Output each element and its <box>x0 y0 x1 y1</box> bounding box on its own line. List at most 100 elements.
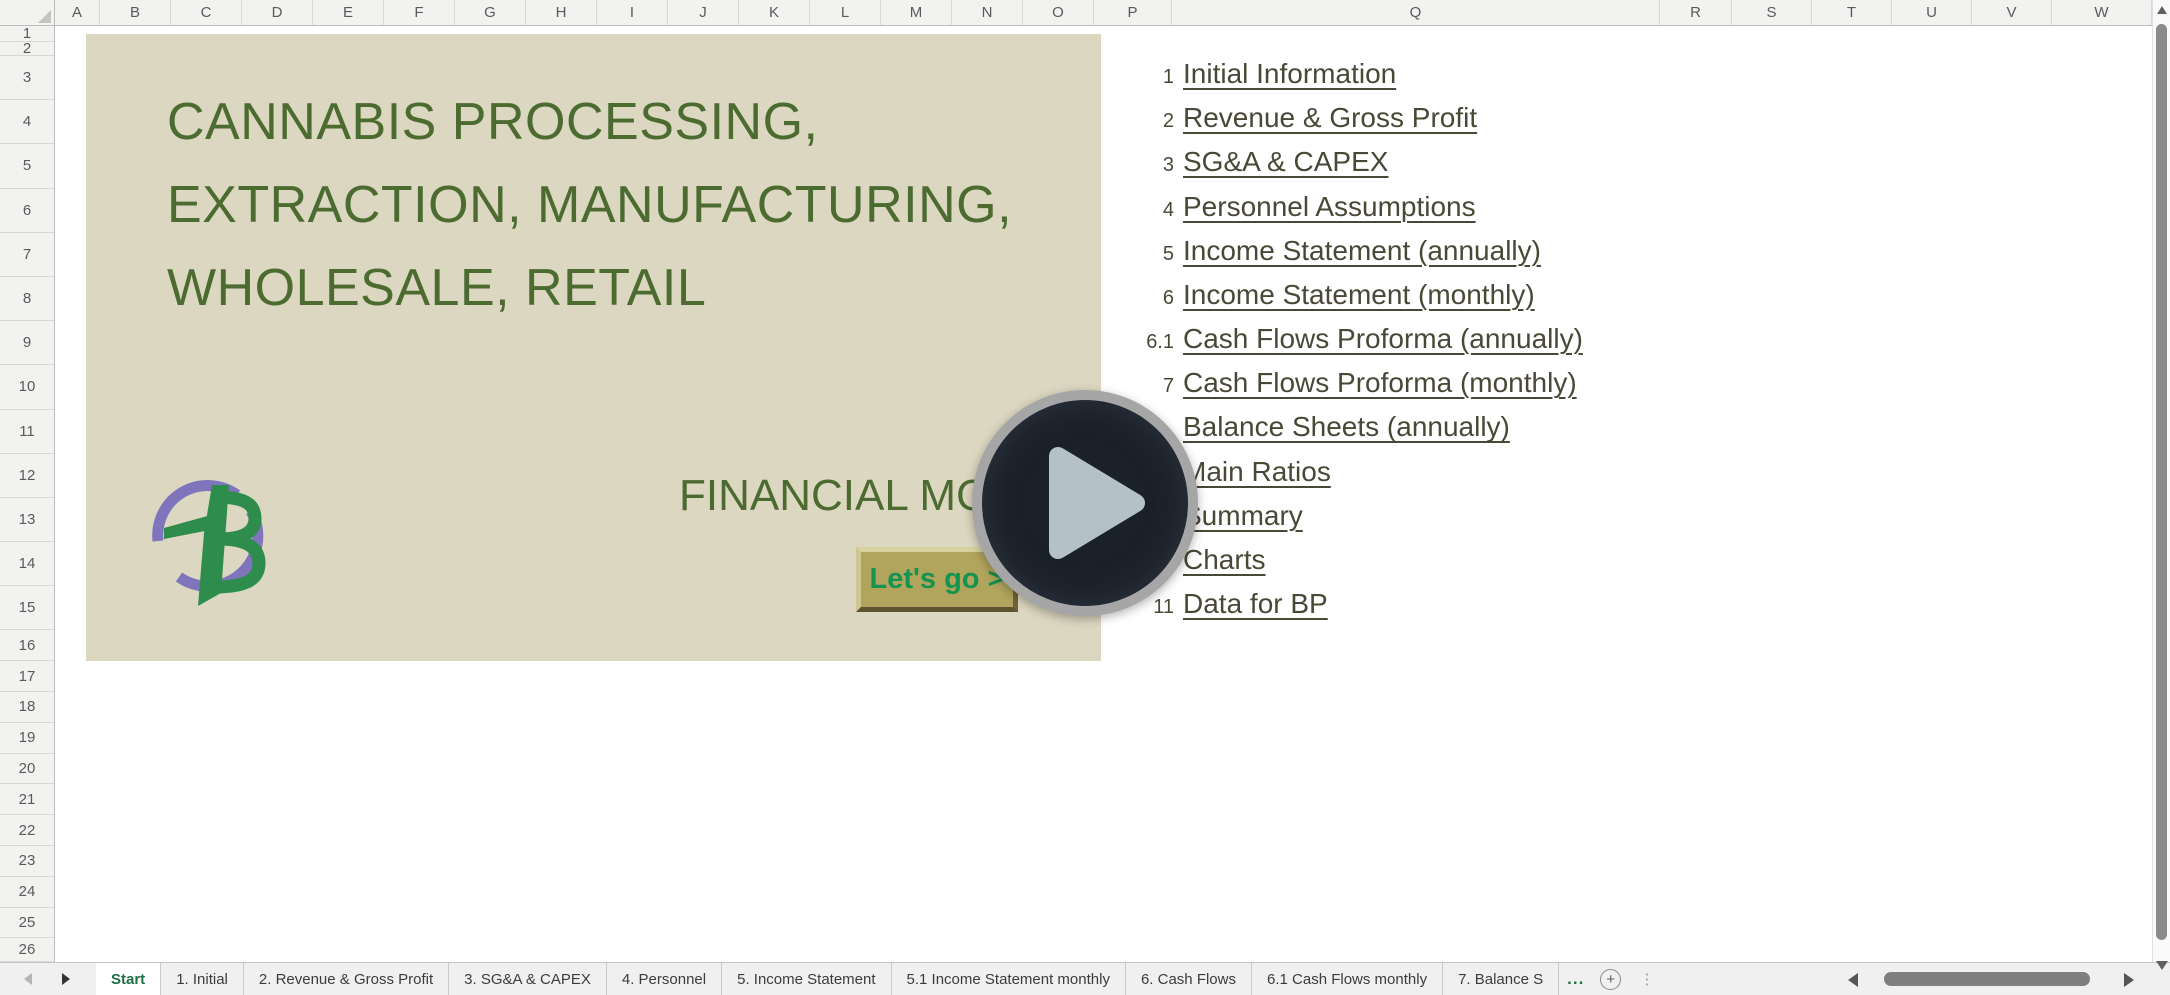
row-header-16[interactable]: 16 <box>0 630 54 661</box>
column-header-I[interactable]: I <box>597 0 668 25</box>
tab-overflow-indicator[interactable]: ... <box>1559 963 1592 995</box>
sheet-tab-2.-revenue-gross-profit[interactable]: 2. Revenue & Gross Profit <box>244 963 449 995</box>
row-header-11[interactable]: 11 <box>0 410 54 454</box>
row-header-5[interactable]: 5 <box>0 144 54 188</box>
sheet-link-row: 6Income Statement (monthly) <box>1096 273 1535 317</box>
sheet-tab-1.-initial[interactable]: 1. Initial <box>161 963 244 995</box>
row-header-7[interactable]: 7 <box>0 233 54 277</box>
tabbar-resize-grip[interactable]: ⋮ <box>1639 970 1654 988</box>
column-header-T[interactable]: T <box>1812 0 1892 25</box>
row-header-8[interactable]: 8 <box>0 277 54 321</box>
column-header-G[interactable]: G <box>455 0 526 25</box>
column-header-A[interactable]: A <box>55 0 100 25</box>
row-header-2[interactable]: 2 <box>0 42 54 56</box>
column-header-D[interactable]: D <box>242 0 313 25</box>
row-header-19[interactable]: 19 <box>0 723 54 754</box>
row-header-12[interactable]: 12 <box>0 454 54 498</box>
row-header-18[interactable]: 18 <box>0 692 54 723</box>
row-header-13[interactable]: 13 <box>0 498 54 542</box>
sheet-link-number: 5 <box>1096 232 1183 276</box>
prev-sheet-arrow-icon[interactable] <box>24 973 32 985</box>
row-header-20[interactable]: 20 <box>0 754 54 785</box>
sheet-tab-4.-personnel[interactable]: 4. Personnel <box>607 963 722 995</box>
sheet-link[interactable]: Revenue & Gross Profit <box>1183 102 1477 133</box>
sheet-tab-3.-sg-a-capex[interactable]: 3. SG&A & CAPEX <box>449 963 607 995</box>
row-header-22[interactable]: 22 <box>0 815 54 846</box>
sheet-link[interactable]: Personnel Assumptions <box>1183 191 1476 222</box>
scroll-up-arrow-icon[interactable] <box>2157 6 2167 14</box>
vertical-scrollbar[interactable] <box>2152 0 2170 962</box>
sheet-link[interactable]: Income Statement (annually) <box>1183 235 1541 266</box>
sheet-link-number: 1 <box>1096 55 1183 99</box>
column-header-S[interactable]: S <box>1732 0 1812 25</box>
sheet-link[interactable]: Income Statement (monthly) <box>1183 279 1535 310</box>
column-header-V[interactable]: V <box>1972 0 2052 25</box>
next-sheet-arrow-icon[interactable] <box>62 973 70 985</box>
sheet-link[interactable]: Charts <box>1183 544 1265 575</box>
scroll-right-arrow-icon[interactable] <box>2124 973 2134 987</box>
row-header-9[interactable]: 9 <box>0 321 54 365</box>
sheet-link[interactable]: Balance Sheets (annually) <box>1183 411 1510 442</box>
sheet-link[interactable]: Cash Flows Proforma (monthly) <box>1183 367 1577 398</box>
sheet-link[interactable]: Initial Information <box>1183 58 1396 89</box>
banner-title-line: CANNABIS PROCESSING, <box>167 81 1012 164</box>
sheet-link-number: 6.1 <box>1096 320 1183 364</box>
sheet-nav <box>0 963 96 995</box>
row-header-21[interactable]: 21 <box>0 784 54 815</box>
row-header-10[interactable]: 10 <box>0 365 54 409</box>
row-header-17[interactable]: 17 <box>0 661 54 692</box>
sheet-link-row: 1Initial Information <box>1096 52 1396 96</box>
column-header-Q[interactable]: Q <box>1172 0 1660 25</box>
row-header-26[interactable]: 26 <box>0 938 54 962</box>
sheet-tab-7.-balance-s[interactable]: 7. Balance S <box>1443 963 1559 995</box>
column-header-L[interactable]: L <box>810 0 881 25</box>
column-header-C[interactable]: C <box>171 0 242 25</box>
scroll-left-arrow-icon[interactable] <box>1848 973 1858 987</box>
sheet-tab-5.-income-statement[interactable]: 5. Income Statement <box>722 963 891 995</box>
column-header-U[interactable]: U <box>1892 0 1972 25</box>
column-header-W[interactable]: W <box>2052 0 2152 25</box>
column-header-J[interactable]: J <box>668 0 739 25</box>
column-header-E[interactable]: E <box>313 0 384 25</box>
select-all-corner[interactable] <box>0 0 55 25</box>
column-header-F[interactable]: F <box>384 0 455 25</box>
sheet-link-row: 6.1Cash Flows Proforma (annually) <box>1096 317 1583 361</box>
row-header-4[interactable]: 4 <box>0 100 54 144</box>
column-header-H[interactable]: H <box>526 0 597 25</box>
sheet-tab-5.1-income-statement-monthly[interactable]: 5.1 Income Statement monthly <box>892 963 1126 995</box>
sheet-link[interactable]: Summary <box>1183 500 1303 531</box>
row-header-25[interactable]: 25 <box>0 908 54 939</box>
sheet-tab-start[interactable]: Start <box>96 963 161 995</box>
sheet-link-number: 2 <box>1096 99 1183 143</box>
column-header-B[interactable]: B <box>100 0 171 25</box>
banner-title: CANNABIS PROCESSING, EXTRACTION, MANUFAC… <box>167 81 1012 330</box>
row-header-24[interactable]: 24 <box>0 877 54 908</box>
row-headers: 1234567891011121314151617181920212223242… <box>0 26 55 962</box>
column-header-R[interactable]: R <box>1660 0 1732 25</box>
sheet-link[interactable]: Main Ratios <box>1183 456 1331 487</box>
scroll-down-arrow-icon[interactable] <box>2156 961 2168 970</box>
row-header-3[interactable]: 3 <box>0 56 54 100</box>
vertical-scrollbar-thumb[interactable] <box>2156 24 2167 940</box>
row-header-14[interactable]: 14 <box>0 542 54 586</box>
sheet-link[interactable]: Data for BP <box>1183 588 1328 619</box>
video-play-overlay[interactable] <box>972 390 1198 616</box>
row-header-15[interactable]: 15 <box>0 586 54 630</box>
sheet-link[interactable]: SG&A & CAPEX <box>1183 146 1388 177</box>
row-header-6[interactable]: 6 <box>0 189 54 233</box>
hero-banner: CANNABIS PROCESSING, EXTRACTION, MANUFAC… <box>86 34 1101 661</box>
sheet-link[interactable]: Cash Flows Proforma (annually) <box>1183 323 1583 354</box>
select-all-triangle-icon <box>38 10 51 23</box>
sheet-link-row: 7Cash Flows Proforma (monthly) <box>1096 361 1577 405</box>
sheet-tab-6.1-cash-flows-monthly[interactable]: 6.1 Cash Flows monthly <box>1252 963 1443 995</box>
horizontal-scrollbar-thumb[interactable] <box>1884 972 2090 986</box>
row-header-23[interactable]: 23 <box>0 846 54 877</box>
column-header-O[interactable]: O <box>1023 0 1094 25</box>
column-header-M[interactable]: M <box>881 0 952 25</box>
column-header-N[interactable]: N <box>952 0 1023 25</box>
sheet-tab-6.-cash-flows[interactable]: 6. Cash Flows <box>1126 963 1252 995</box>
sheet-link-row: 5Income Statement (annually) <box>1096 229 1541 273</box>
column-header-K[interactable]: K <box>739 0 810 25</box>
add-sheet-button[interactable]: + <box>1600 969 1621 990</box>
column-header-P[interactable]: P <box>1094 0 1172 25</box>
